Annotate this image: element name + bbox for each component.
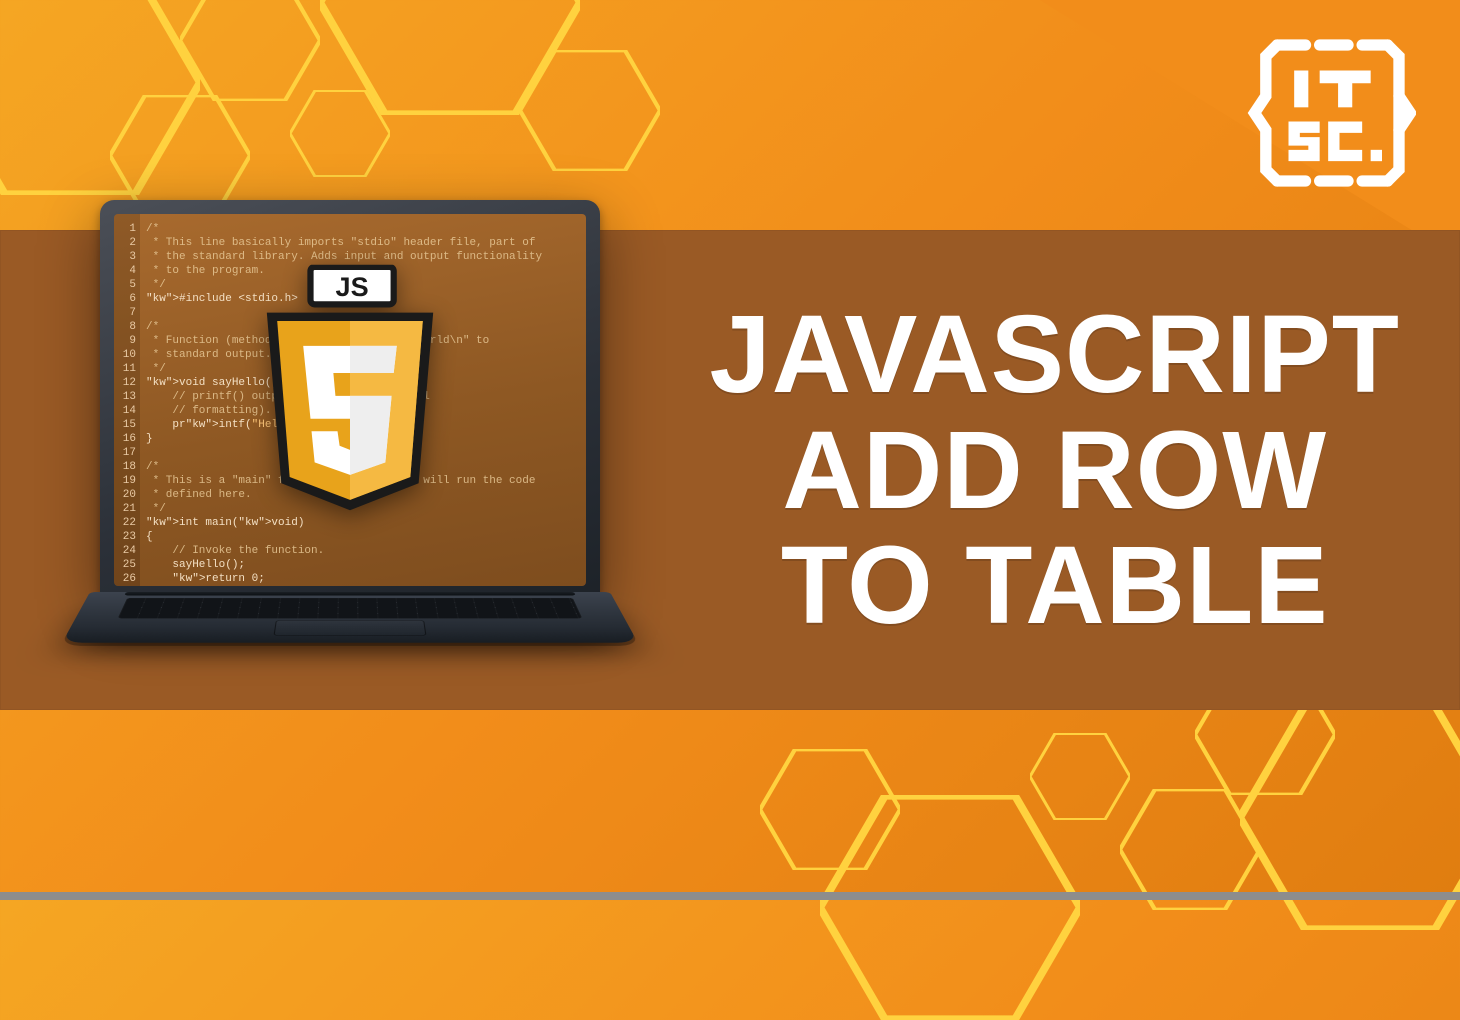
bottom-frame-line <box>0 892 1460 900</box>
javascript-shield-icon: JS <box>245 265 455 525</box>
svg-text:JS: JS <box>336 272 369 302</box>
laptop-trackpad <box>274 620 427 635</box>
laptop-base <box>70 592 630 712</box>
laptop-graphic: 1 2 3 4 5 6 7 8 9 10 11 12 13 14 15 16 1… <box>70 200 630 740</box>
title-line-2: ADD ROW <box>710 412 1400 528</box>
laptop-lid: 1 2 3 4 5 6 7 8 9 10 11 12 13 14 15 16 1… <box>100 200 600 600</box>
laptop-screen: 1 2 3 4 5 6 7 8 9 10 11 12 13 14 15 16 1… <box>114 214 586 586</box>
title-line-3: TO TABLE <box>710 528 1400 644</box>
itsc-logo-icon <box>1246 28 1416 198</box>
title-line-1: JAVASCRIPT <box>710 297 1400 413</box>
page-title: JAVASCRIPT ADD ROW TO TABLE <box>710 297 1400 644</box>
laptop-keyboard <box>118 598 583 618</box>
code-line-numbers: 1 2 3 4 5 6 7 8 9 10 11 12 13 14 15 16 1… <box>114 214 140 586</box>
